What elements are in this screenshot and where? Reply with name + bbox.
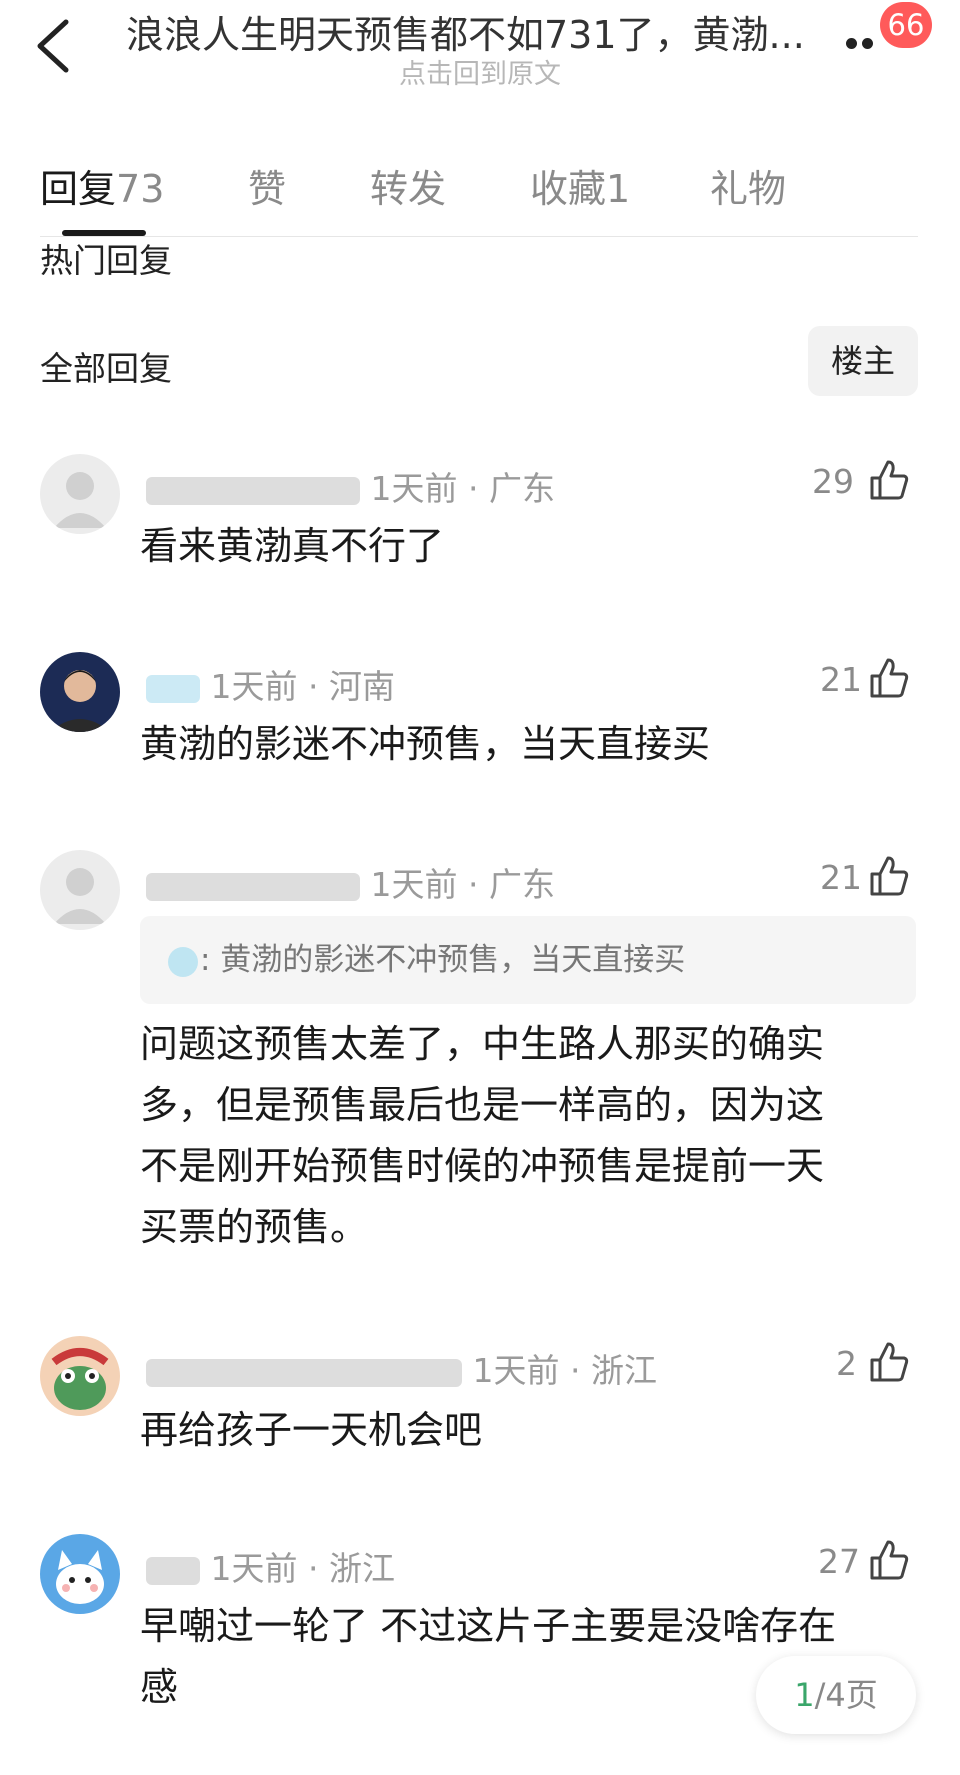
back-to-original-link[interactable]: 点击回到原文 [300, 52, 660, 91]
comment-meta: 1天前 · 广东 [146, 462, 555, 510]
username-blurred[interactable] [146, 674, 200, 703]
avatar[interactable] [40, 850, 120, 930]
comment-time-location: 1天前 · 浙江 [210, 1549, 395, 1588]
total-pages: /4页 [814, 1676, 878, 1714]
comment-line: 问题这预售太差了，中生路人那买的确实 [140, 1022, 825, 1066]
comment-text: 黄渤的影迷不冲预售，当天直接买 [140, 722, 711, 766]
avatar[interactable] [40, 1534, 120, 1614]
back-arrow-icon[interactable] [30, 18, 74, 74]
username-blurred[interactable] [146, 476, 360, 505]
avatar[interactable] [40, 454, 120, 534]
thumbs-up-icon[interactable] [866, 1538, 910, 1582]
current-page: 1 [794, 1676, 815, 1714]
comment-meta: 1天前 · 广东 [146, 858, 555, 906]
comment-meta: 1天前 · 浙江 [146, 1344, 657, 1392]
more-icon[interactable] [846, 38, 882, 50]
comment-line: 买票的预售。 [140, 1205, 369, 1249]
thumbs-up-icon[interactable] [866, 458, 910, 502]
notification-badge[interactable]: 66 [880, 2, 932, 48]
all-replies-heading: 全部回复 [40, 349, 172, 388]
like-count: 21 [820, 858, 862, 897]
comment-text: 问题这预售太差了，中生路人那买的确实 多，但是预售最后也是一样高的，因为这 不是… [140, 1014, 920, 1258]
like-count: 27 [818, 1542, 860, 1581]
hot-replies-heading: 热门回复 [40, 241, 172, 280]
comment-line: 不是刚开始预售时候的冲预售是提前一天 [140, 1144, 825, 1188]
comment-time-location: 1天前 · 浙江 [472, 1351, 657, 1390]
avatar[interactable] [40, 652, 120, 732]
comment-line: 多，但是预售最后也是一样高的，因为这 [140, 1083, 825, 1127]
comment-meta: 1天前 · 浙江 [146, 1542, 395, 1590]
bubble-avatar-icon [168, 946, 198, 977]
comment-time-location: 1天前 · 广东 [370, 469, 555, 508]
comment-time-location: 1天前 · 河南 [210, 667, 395, 706]
username-blurred[interactable] [146, 1358, 462, 1387]
quoted-text: : 黄渤的影迷不冲预售，当天直接买 [200, 942, 686, 978]
like-count: 2 [836, 1344, 857, 1383]
page-indicator[interactable]: 1/4页 [756, 1656, 916, 1734]
username-blurred[interactable] [146, 1556, 200, 1585]
comment-text: 再给孩子一天机会吧 [140, 1408, 483, 1452]
comment-meta: 1天前 · 河南 [146, 660, 395, 708]
post-title[interactable]: 浪浪人生明天预售都不如731了，黄渤... [126, 4, 816, 59]
quoted-reply[interactable]: : 黄渤的影迷不冲预售，当天直接买 [140, 916, 916, 1004]
like-count: 29 [812, 462, 854, 501]
tab-likes[interactable]: 赞 [248, 158, 286, 213]
like-count: 21 [820, 660, 862, 699]
tab-favorites-label: 收藏 [530, 167, 607, 211]
thumbs-up-icon[interactable] [866, 656, 910, 700]
username-blurred[interactable] [146, 872, 360, 901]
thumbs-up-icon[interactable] [866, 1340, 910, 1384]
tab-favorites[interactable]: 收藏1 [530, 158, 630, 213]
comment-time-location: 1天前 · 广东 [370, 865, 555, 904]
owner-only-button[interactable]: 楼主 [808, 326, 918, 396]
tab-replies[interactable]: 回复73 [40, 158, 164, 213]
comment-line: 早嘲过一轮了 不过这片子主要是没啥存在 [140, 1604, 837, 1648]
tab-replies-count: 73 [116, 167, 165, 211]
tab-reposts[interactable]: 转发 [370, 158, 446, 213]
tab-favorites-count: 1 [606, 167, 631, 211]
tab-gifts[interactable]: 礼物 [710, 158, 786, 213]
tab-replies-label: 回复 [40, 167, 117, 211]
comment-text: 看来黄渤真不行了 [140, 524, 445, 568]
avatar[interactable] [40, 1336, 120, 1416]
thumbs-up-icon[interactable] [866, 854, 910, 898]
